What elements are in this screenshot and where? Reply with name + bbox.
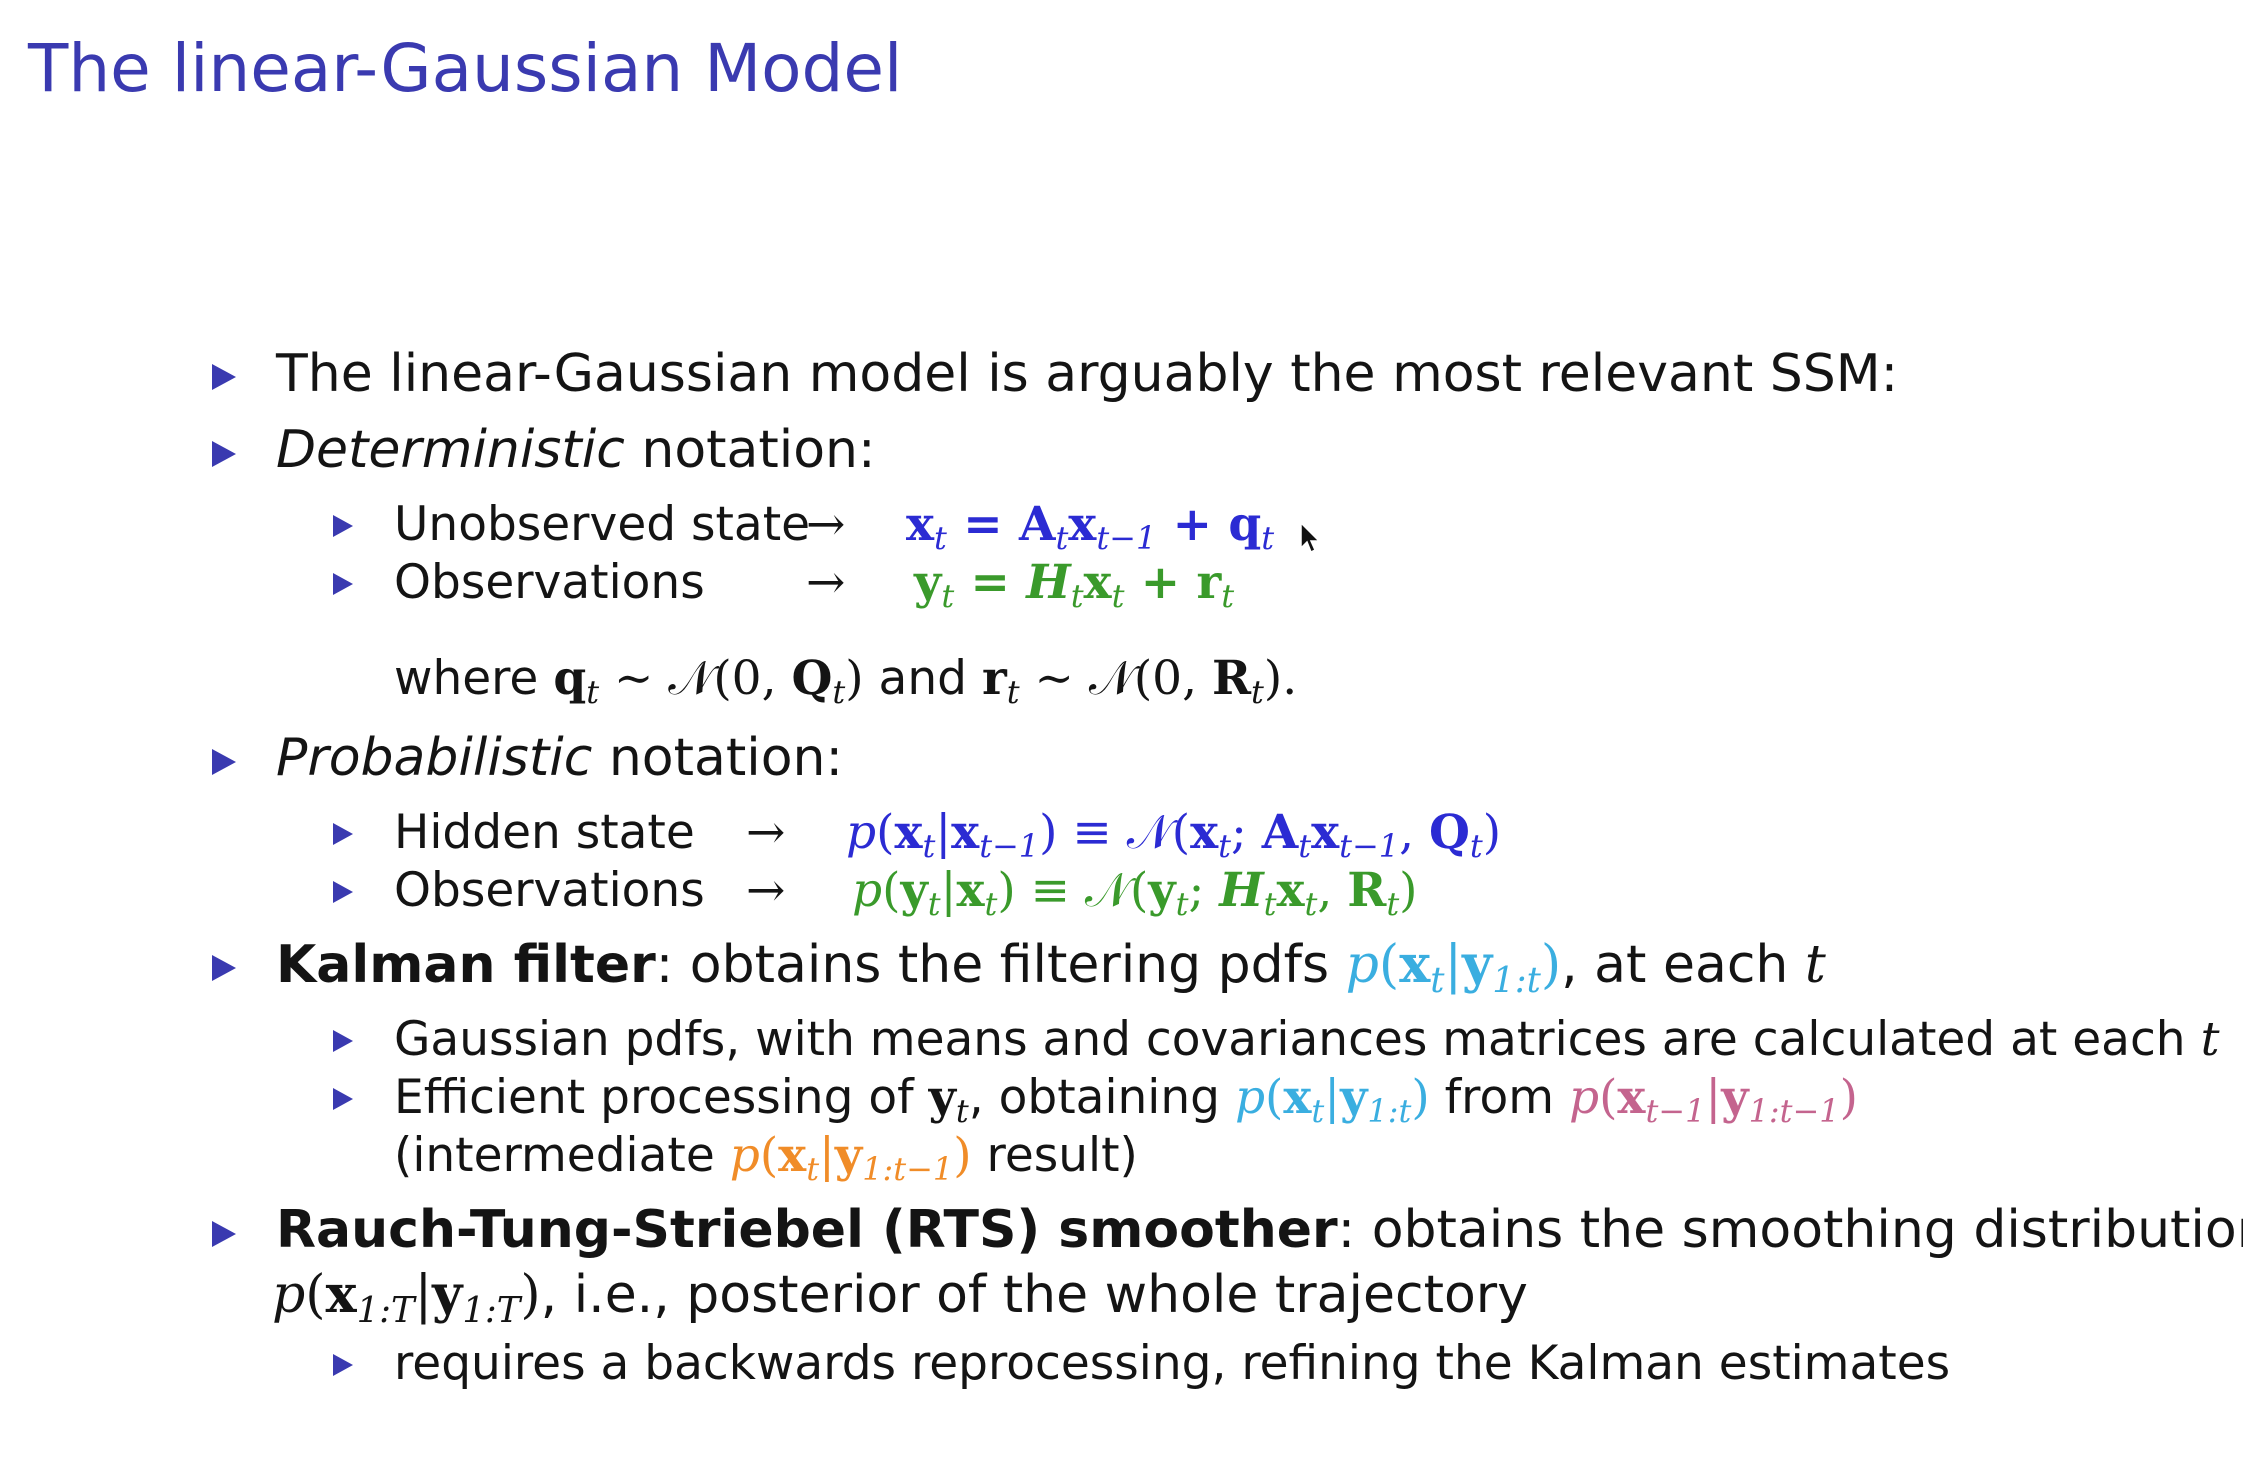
arrow: →: [806, 555, 846, 610]
sub-bullet-icon: [333, 881, 353, 903]
deterministic-heading: Deterministic notation:: [276, 420, 876, 480]
rts-sub-bullet: requires a backwards reprocessing, refin…: [394, 1336, 1951, 1391]
probabilistic-suffix: notation:: [608, 728, 843, 788]
sub-bullet-icon: [333, 573, 353, 595]
sub-bullet-icon: [333, 1354, 353, 1376]
intermediate-result-line: (intermediate p(xt|y1:t−1) result): [394, 1128, 1138, 1188]
observations-label-2: Observations: [394, 863, 705, 918]
bullet-icon: [212, 441, 236, 467]
state-equation: xt = Atxt−1 + qt: [906, 497, 1275, 557]
observation-equation: yt = Htxt + rt: [914, 555, 1235, 615]
kalman-line: Kalman filter: obtains the filtering pdf…: [276, 934, 1826, 1001]
noise-definition: where qt ∼ 𝒩(0, Qt) and rt ∼ 𝒩(0, Rt).: [394, 651, 1298, 711]
prob-state-equation: p(xt|xt−1) ≡ 𝒩(xt; Atxt−1, Qt): [846, 805, 1502, 865]
arrow: →: [746, 805, 786, 860]
rts-line: Rauch-Tung-Striebel (RTS) smoother: obta…: [276, 1200, 2243, 1260]
bullet-intro: The linear-Gaussian model is arguably th…: [276, 344, 1899, 404]
slide-title: The linear-Gaussian Model: [28, 30, 903, 107]
arrow: →: [746, 863, 786, 918]
unobserved-state-label: Unobserved state: [394, 497, 811, 552]
prob-observation-equation: p(yt|xt) ≡ 𝒩(yt; Htxt, Rt): [852, 863, 1418, 923]
sub-bullet-icon: [333, 1088, 353, 1110]
rts-line-2: p(x1:T|y1:T), i.e., posterior of the who…: [272, 1264, 1528, 1331]
arrow: →: [806, 497, 846, 552]
efficient-processing-line: Efficient processing of yt, obtaining p(…: [394, 1070, 1858, 1130]
kalman-label: Kalman filter: [276, 935, 656, 995]
sub-bullet-icon: [333, 515, 353, 537]
bullet-icon: [212, 749, 236, 775]
bullet-icon: [212, 1221, 236, 1247]
sub-bullet-icon: [333, 1030, 353, 1052]
deterministic-label: Deterministic: [276, 420, 625, 480]
gaussian-pdfs-line: Gaussian pdfs, with means and covariance…: [394, 1012, 2220, 1067]
hidden-state-label: Hidden state: [394, 805, 695, 860]
deterministic-suffix: notation:: [641, 420, 876, 480]
mouse-cursor-icon: [1300, 522, 1321, 554]
probabilistic-heading: Probabilistic notation:: [276, 728, 843, 788]
observations-label: Observations: [394, 555, 705, 610]
slide: The linear-Gaussian Model The linear-Gau…: [0, 0, 2243, 1483]
bullet-icon: [212, 955, 236, 981]
probabilistic-label: Probabilistic: [276, 728, 593, 788]
rts-label: Rauch-Tung-Striebel (RTS) smoother: [276, 1200, 1338, 1260]
bullet-icon: [212, 364, 236, 390]
sub-bullet-icon: [333, 823, 353, 845]
